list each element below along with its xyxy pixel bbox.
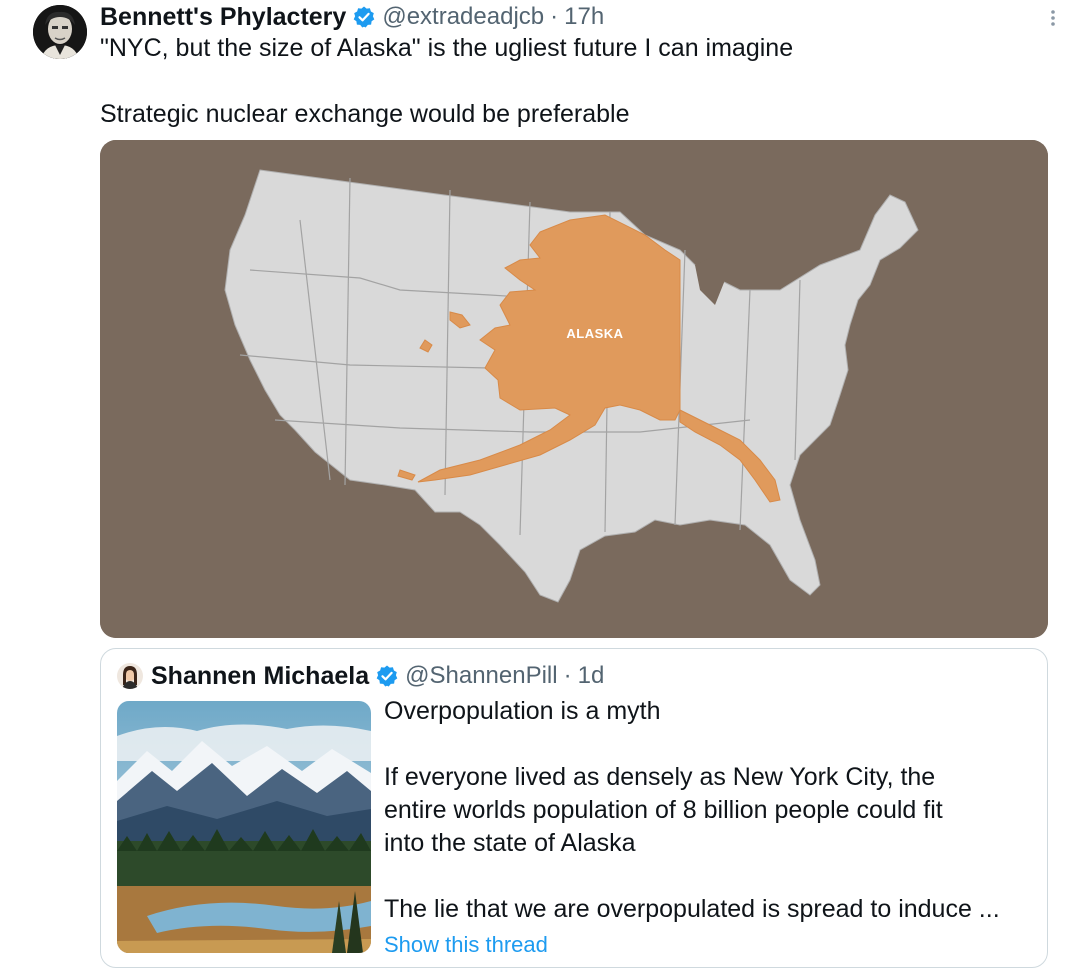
us-map-image: ALASKA — [100, 140, 1048, 638]
quoted-post-time[interactable]: 1d — [578, 662, 605, 690]
post-text-line-2: Strategic nuclear exchange would be pref… — [100, 100, 630, 128]
author-name[interactable]: Bennett's Phylactery — [100, 3, 346, 32]
quoted-post-card[interactable]: Shannen Michaela @ShannenPill · 1d Overp… — [100, 648, 1048, 968]
post-media-map[interactable]: ALASKA — [100, 140, 1048, 638]
quoted-text-line-3: entire worlds population of 8 billion pe… — [384, 796, 943, 824]
author-handle[interactable]: @extradeadjcb — [382, 3, 544, 31]
quoted-author-avatar[interactable] — [117, 663, 143, 689]
alaska-label: ALASKA — [566, 326, 623, 341]
quoted-post-header: Shannen Michaela @ShannenPill · 1d — [117, 661, 604, 691]
post-header: Bennett's Phylactery @extradeadjcb · 17h — [100, 2, 604, 32]
quoted-text-line-1: Overpopulation is a myth — [384, 697, 661, 725]
quoted-profile-avatar-icon — [117, 663, 143, 689]
show-thread-link[interactable]: Show this thread — [384, 932, 548, 958]
quoted-media-landscape[interactable] — [117, 701, 371, 953]
verified-badge-icon — [375, 664, 399, 688]
more-options-icon[interactable] — [1044, 6, 1062, 30]
post-text-line-1: "NYC, but the size of Alaska" is the ugl… — [100, 34, 794, 62]
verified-badge-icon — [352, 5, 376, 29]
separator-dot: · — [550, 3, 559, 30]
author-avatar[interactable] — [33, 5, 87, 59]
quoted-text-line-4: into the state of Alaska — [384, 829, 636, 857]
quoted-text-line-2: If everyone lived as densely as New York… — [384, 763, 936, 791]
quoted-text-line-5: The lie that we are overpopulated is spr… — [384, 895, 1000, 923]
alaska-landscape-image — [117, 701, 371, 953]
profile-avatar-icon — [33, 5, 87, 59]
separator-dot: · — [563, 662, 572, 689]
quoted-author-name[interactable]: Shannen Michaela — [151, 662, 369, 691]
quoted-author-handle[interactable]: @ShannenPill — [405, 662, 557, 690]
post-time[interactable]: 17h — [564, 3, 604, 31]
